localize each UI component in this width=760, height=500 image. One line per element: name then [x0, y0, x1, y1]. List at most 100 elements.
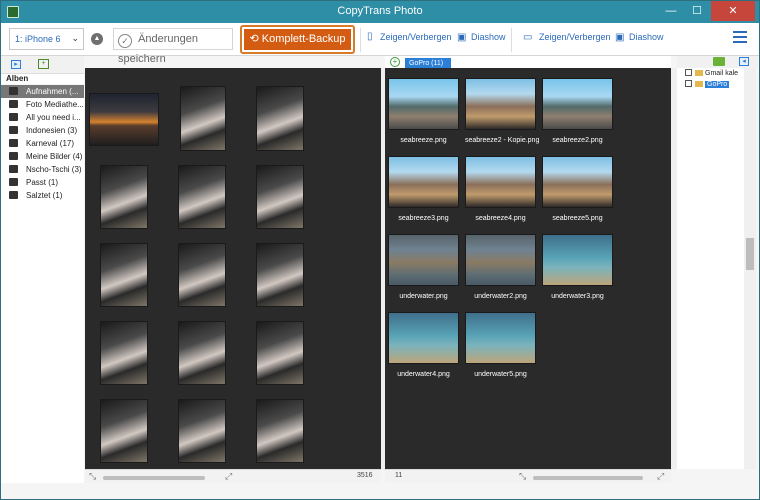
- window-title: CopyTrans Photo: [337, 5, 423, 17]
- photo-thumbnail[interactable]: [542, 234, 613, 286]
- photo-thumbnail[interactable]: [542, 156, 613, 208]
- photo-thumbnail[interactable]: [256, 321, 304, 385]
- pc-slideshow-button[interactable]: Diashow: [629, 32, 664, 42]
- album-icon: [9, 126, 18, 134]
- tree-item-gmail[interactable]: Gmail kale: [685, 69, 738, 77]
- left-strip: ▸ +: [1, 56, 84, 74]
- photo-thumbnail[interactable]: [180, 86, 226, 151]
- device-show-hide-button[interactable]: Zeigen/Verbergen: [380, 32, 452, 42]
- photo-thumbnail[interactable]: [256, 165, 304, 229]
- folder-icon: [695, 70, 703, 76]
- scrollbar-thumb[interactable]: [746, 238, 754, 270]
- album-item-aufnahmen[interactable]: Aufnahmen (...: [1, 85, 84, 98]
- album-item-nscho-tschi[interactable]: Nscho-Tschi (3): [1, 163, 84, 176]
- photo-thumbnail[interactable]: [100, 165, 148, 229]
- album-icon: [9, 178, 18, 186]
- album-icon: [9, 152, 18, 160]
- close-button[interactable]: ✕: [711, 1, 755, 21]
- tree-item-gopro[interactable]: GoPro: [685, 80, 730, 88]
- folder-tree: Gmail kale GoPro: [677, 68, 744, 469]
- eject-icon[interactable]: ▲: [91, 33, 103, 45]
- photo-caption: seabreeze5.png: [552, 215, 603, 222]
- photo-caption: seabreeze2 - Kopie.png: [465, 137, 540, 144]
- pc-show-hide-button[interactable]: Zeigen/Verbergen: [539, 32, 611, 42]
- minimize-icon[interactable]: —: [658, 1, 684, 21]
- menu-icon[interactable]: [733, 31, 747, 43]
- photo-thumbnail[interactable]: [388, 312, 459, 364]
- photo-thumbnail[interactable]: [178, 165, 226, 229]
- zoom-in-icon[interactable]: ⤢: [657, 471, 664, 482]
- maximize-icon[interactable]: ☐: [684, 1, 710, 21]
- slideshow-icon: ▣: [457, 32, 467, 43]
- photo-thumbnail[interactable]: [542, 78, 613, 130]
- photo-thumbnail[interactable]: [465, 78, 536, 130]
- photo-thumbnail[interactable]: [100, 399, 148, 463]
- pc-photo-grid: seabreeze.png seabreeze2 - Kopie.png sea…: [385, 68, 671, 469]
- album-list: Aufnahmen (... Foto Mediathe... All you …: [1, 85, 84, 483]
- folder-add-icon[interactable]: [713, 57, 725, 66]
- album-icon: [9, 165, 18, 173]
- photo-thumbnail[interactable]: [388, 234, 459, 286]
- photo-thumbnail[interactable]: [256, 243, 304, 307]
- device-selector[interactable]: 1: iPhone 6 ⌄: [9, 28, 84, 50]
- zoom-slider[interactable]: [103, 476, 205, 480]
- photo-thumbnail[interactable]: [100, 321, 148, 385]
- photo-thumbnail[interactable]: [100, 243, 148, 307]
- photo-thumbnail[interactable]: [465, 312, 536, 364]
- chevron-down-icon: ⌄: [71, 33, 79, 43]
- slideshow-icon: ▣: [615, 32, 625, 43]
- photo-caption: seabreeze4.png: [475, 215, 526, 222]
- photo-caption: underwater2.png: [474, 293, 527, 300]
- album-icon: [9, 113, 18, 121]
- photo-thumbnail[interactable]: [388, 156, 459, 208]
- photo-caption: underwater3.png: [551, 293, 604, 300]
- toolbar-divider: [511, 28, 512, 52]
- zoom-out-icon[interactable]: ⤡: [89, 471, 96, 482]
- save-changes-button[interactable]: ✓ Änderungen speichern: [113, 28, 233, 65]
- device-slideshow-button[interactable]: Diashow: [471, 32, 506, 42]
- add-folder-icon[interactable]: +: [390, 57, 400, 67]
- photo-thumbnail[interactable]: [178, 243, 226, 307]
- album-item-indonesien[interactable]: Indonesien (3): [1, 124, 84, 137]
- checkbox[interactable]: [685, 80, 692, 87]
- photo-thumbnail[interactable]: [178, 321, 226, 385]
- photo-thumbnail[interactable]: [465, 156, 536, 208]
- album-icon: [9, 191, 18, 199]
- photo-thumbnail[interactable]: [89, 93, 159, 146]
- title-bar: CopyTrans Photo — ☐ ✕: [1, 1, 759, 23]
- backup-history-icon: ⟲: [249, 33, 259, 45]
- photo-caption: underwater4.png: [397, 371, 450, 378]
- tree-scrollbar[interactable]: [744, 68, 756, 469]
- checkbox[interactable]: [685, 69, 692, 76]
- photo-caption: underwater.png: [399, 293, 448, 300]
- zoom-out-icon[interactable]: ⤡: [519, 471, 526, 482]
- album-icon: [9, 139, 18, 147]
- album-item-meine-bilder[interactable]: Meine Bilder (4): [1, 150, 84, 163]
- app-window: CopyTrans Photo — ☐ ✕ 1: iPhone 6 ⌄ ▲ ✓ …: [0, 0, 760, 500]
- folder-icon: [695, 81, 703, 87]
- device-label: 1: iPhone 6: [15, 34, 61, 44]
- photo-caption: seabreeze2.png: [552, 137, 603, 144]
- photo-thumbnail[interactable]: [465, 234, 536, 286]
- phone-icon: ▯: [367, 31, 373, 42]
- collapse-icon[interactable]: ◂: [739, 57, 749, 66]
- album-item-all-you-need[interactable]: All you need i...: [1, 111, 84, 124]
- monitor-icon: ▭: [523, 32, 533, 43]
- album-item-passt[interactable]: Passt (1): [1, 176, 84, 189]
- play-icon[interactable]: ▸: [11, 60, 21, 69]
- full-backup-button[interactable]: ⟲ Komplett-Backup: [244, 29, 351, 50]
- camera-icon: [9, 100, 18, 108]
- zoom-in-icon[interactable]: ⤢: [225, 471, 232, 482]
- device-photo-count: 3516: [357, 472, 373, 479]
- new-album-icon[interactable]: +: [38, 59, 49, 69]
- album-item-karneval[interactable]: Karneval (17): [1, 137, 84, 150]
- album-item-foto-mediathek[interactable]: Foto Mediathe...: [1, 98, 84, 111]
- album-item-salztet[interactable]: Salztet (1): [1, 189, 84, 202]
- pc-status-bar: 11 ⤡ ⤢: [385, 469, 671, 483]
- photo-thumbnail[interactable]: [256, 86, 304, 151]
- zoom-slider[interactable]: [533, 476, 643, 480]
- photo-thumbnail[interactable]: [178, 399, 226, 463]
- album-icon: [9, 87, 18, 95]
- photo-thumbnail[interactable]: [388, 78, 459, 130]
- photo-thumbnail[interactable]: [256, 399, 304, 463]
